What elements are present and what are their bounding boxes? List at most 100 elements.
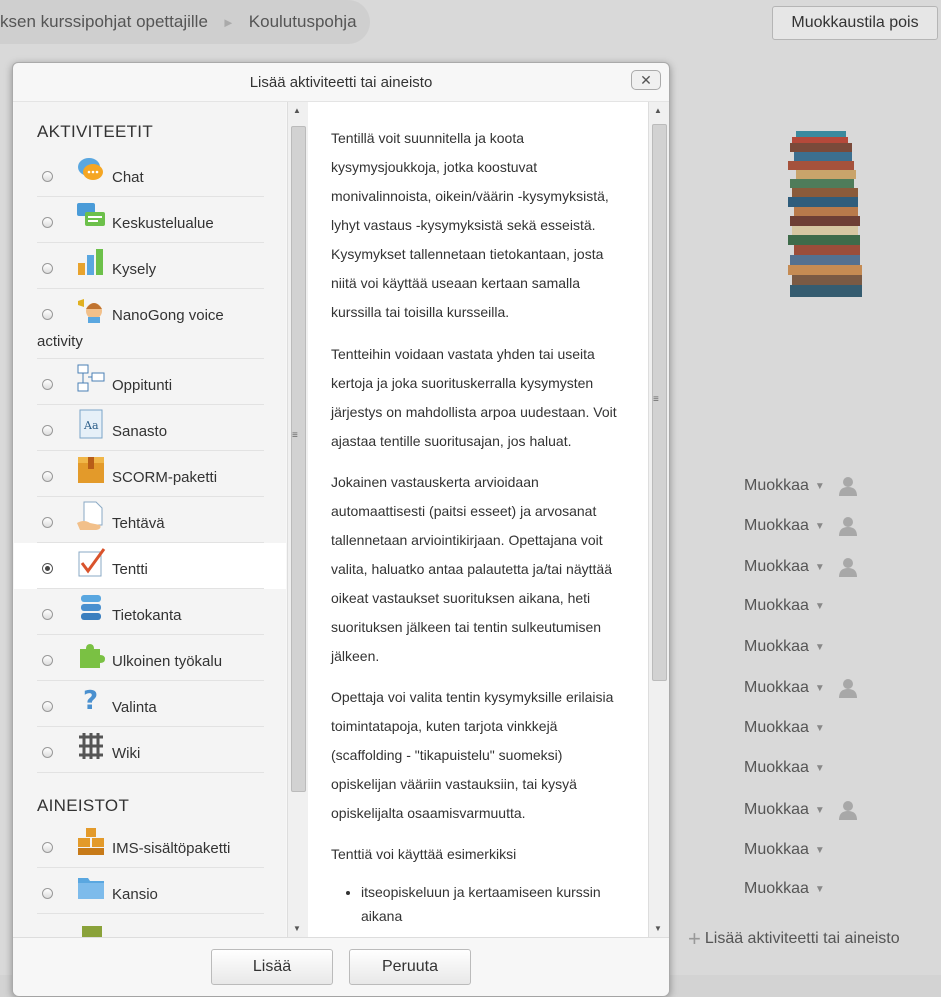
breadcrumb-item-current[interactable]: Koulutuspohja [249,12,357,32]
option-folder[interactable]: Kansio [14,868,286,914]
option-quiz[interactable]: Tentti [14,543,286,589]
radio-button[interactable] [42,655,53,666]
option-label: IMS-sisältöpaketti [112,840,231,857]
radio-button[interactable] [42,888,53,899]
radio-button[interactable] [42,701,53,712]
option-nanogong[interactable]: NanoGong voice activity [14,289,286,359]
user-icon [838,558,857,577]
caret-down-icon: ▼ [814,804,825,816]
glossary-icon: Aa [79,409,103,439]
option-label: Sanasto [112,423,168,440]
caret-down-icon: ▼ [814,722,825,734]
option-lesson[interactable]: Oppitunti [14,359,286,405]
activity-help-panel: Tentillä voit suunnitella ja koota kysym… [308,102,648,937]
wiki-icon [79,733,103,759]
radio-button[interactable] [42,517,53,528]
radio-button[interactable] [42,609,53,620]
option-wiki[interactable]: Wiki [14,727,286,773]
option-label: Keskustelualue [112,215,214,232]
scroll-up-icon[interactable]: ▲ [654,106,662,115]
dialog-header: Lisää aktiviteetti tai aineisto ✕ [13,63,669,102]
option-scorm[interactable]: SCORM-paketti [14,451,286,497]
option-assignment[interactable]: Tehtävä [14,497,286,543]
option-chat[interactable]: Chat [14,151,286,197]
survey-chart-icon [78,249,103,275]
edit-menu-row[interactable]: Muokkaa ▼ [744,756,825,780]
options-scrollbar[interactable]: ▲ ≡ ▼ [287,102,309,937]
add-button[interactable]: Lisää [211,949,333,985]
scroll-up-icon[interactable]: ▲ [293,106,301,115]
option-forum[interactable]: Keskustelualue [14,197,286,243]
help-scrollbar[interactable]: ▲ ≡ ▼ [648,102,669,937]
grip-icon: ≡ [292,430,298,441]
option-label: NanoGong voice [112,307,224,324]
user-icon [838,477,857,496]
scrollbar-thumb[interactable] [291,126,306,792]
option-survey[interactable]: Kysely [14,243,286,289]
svg-text:Aa: Aa [83,419,99,432]
edit-menu-row[interactable]: Muokkaa ▼ [744,716,825,740]
edit-menu-row[interactable]: Muokkaa ▼ [744,676,859,700]
grip-icon: ≡ [653,394,659,405]
radio-button[interactable] [42,747,53,758]
edit-menu-row[interactable]: Muokkaa ▼ [744,555,859,579]
svg-text:?: ? [83,686,98,715]
nanogong-icon [78,299,102,323]
caret-down-icon: ▼ [814,682,825,694]
divider [37,772,264,773]
ims-package-icon [78,828,104,855]
help-paragraph: Tenttiä voi käyttää esimerkiksi [331,846,517,862]
option-label-continued: activity [37,333,83,350]
add-activity-link[interactable]: + Lisää aktiviteetti tai aineisto [688,928,900,950]
scroll-down-icon[interactable]: ▼ [293,924,301,933]
edit-menu-row[interactable]: Muokkaa ▼ [744,635,825,659]
radio-button[interactable] [42,425,53,436]
edit-menu-row[interactable]: Muokkaa ▼ [744,798,859,822]
edit-menu-row[interactable]: Muokkaa ▼ [744,838,825,862]
help-paragraph: Tentteihin voidaan vastata yhden tai use… [331,346,617,449]
option-choice[interactable]: ? Valinta [14,681,286,727]
edit-menu-row[interactable]: Muokkaa ▼ [744,474,859,498]
quiz-icon [78,548,106,577]
radio-button[interactable] [42,263,53,274]
radio-button[interactable] [42,171,53,182]
plus-icon: + [688,926,701,951]
cancel-button[interactable]: Peruuta [349,949,471,985]
forum-icon [77,203,105,226]
option-glossary[interactable]: Aa Sanasto [14,405,286,451]
lesson-icon [77,364,105,392]
caret-down-icon: ▼ [814,883,825,895]
activity-options-list: AKTIVITEETIT Chat Keskustelualue Kysely … [14,102,286,937]
close-icon[interactable]: ✕ [631,70,661,90]
database-icon [81,595,101,620]
option-external-tool[interactable]: Ulkoinen työkalu [14,635,286,681]
option-label: Tentti [112,561,148,578]
option-database[interactable]: Tietokanta [14,589,286,635]
option-label: Wiki [112,745,141,762]
option-label: Kansio [112,886,158,903]
scroll-down-icon[interactable]: ▼ [654,924,662,933]
caret-down-icon: ▼ [814,762,825,774]
divider [37,913,264,914]
radio-button[interactable] [42,471,53,482]
radio-button[interactable] [42,309,53,320]
edit-menu-row[interactable]: Muokkaa ▼ [744,514,859,538]
option-label: Ulkoinen työkalu [112,653,223,670]
radio-button-selected[interactable] [42,563,53,574]
caret-down-icon: ▼ [814,480,825,492]
edit-menu-row[interactable]: Muokkaa ▼ [744,877,825,901]
breadcrumb-item-course-templates[interactable]: ksen kurssipohjat opettajille [0,12,208,32]
option-label: Tietokanta [112,607,182,624]
breadcrumb-separator-icon: ► [221,14,235,30]
radio-button[interactable] [42,842,53,853]
radio-button[interactable] [42,217,53,228]
help-paragraph: Tentillä voit suunnitella ja koota kysym… [331,130,609,320]
option-label: Valinta [112,699,157,716]
radio-button[interactable] [42,379,53,390]
user-icon [838,679,857,698]
edit-menu-row[interactable]: Muokkaa ▼ [744,594,825,618]
option-ims-package[interactable]: IMS-sisältöpaketti [14,822,286,868]
edit-mode-off-button[interactable]: Muokkaustila pois [772,6,938,40]
dialog-footer: Lisää Peruuta [13,937,669,996]
page-icon-partial [82,926,102,937]
